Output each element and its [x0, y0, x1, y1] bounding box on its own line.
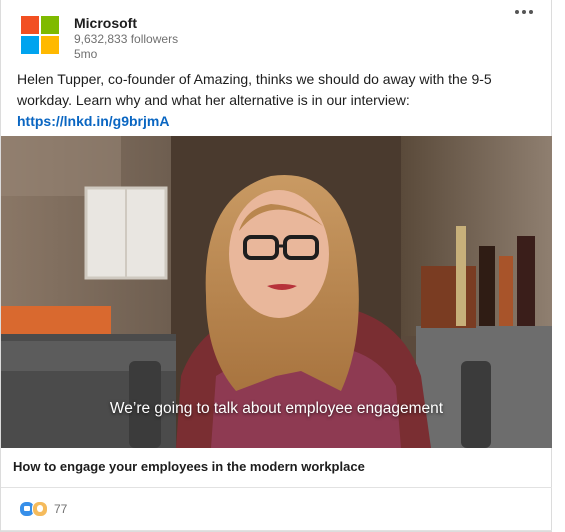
- actor-meta: Microsoft 9,632,833 followers 5mo: [74, 14, 274, 62]
- microsoft-logo[interactable]: [21, 16, 59, 54]
- logo-red-square: [21, 16, 39, 34]
- company-name[interactable]: Microsoft: [74, 14, 274, 32]
- post-link[interactable]: https://lnkd.in/g9brjmA: [17, 111, 537, 132]
- feed-post-card: Microsoft 9,632,833 followers 5mo Helen …: [0, 0, 552, 532]
- follower-count: 9,632,833 followers: [74, 32, 179, 46]
- more-options-icon[interactable]: [515, 10, 533, 14]
- social-counts[interactable]: 77: [19, 501, 67, 517]
- reaction-count[interactable]: 77: [54, 502, 67, 516]
- insightful-icon: [32, 501, 48, 517]
- video-player[interactable]: We’re going to talk about employee engag…: [1, 136, 552, 448]
- post-commentary: Helen Tupper, co-founder of Amazing, thi…: [17, 69, 537, 132]
- divider: [1, 530, 552, 531]
- article-title[interactable]: How to engage your employees in the mode…: [1, 448, 552, 488]
- post-age[interactable]: 5mo: [74, 47, 274, 62]
- logo-green-square: [41, 16, 59, 34]
- video-caption: We’re going to talk about employee engag…: [109, 400, 444, 417]
- logo-yellow-square: [41, 36, 59, 54]
- post-body: Helen Tupper, co-founder of Amazing, thi…: [17, 71, 492, 108]
- logo-blue-square: [21, 36, 39, 54]
